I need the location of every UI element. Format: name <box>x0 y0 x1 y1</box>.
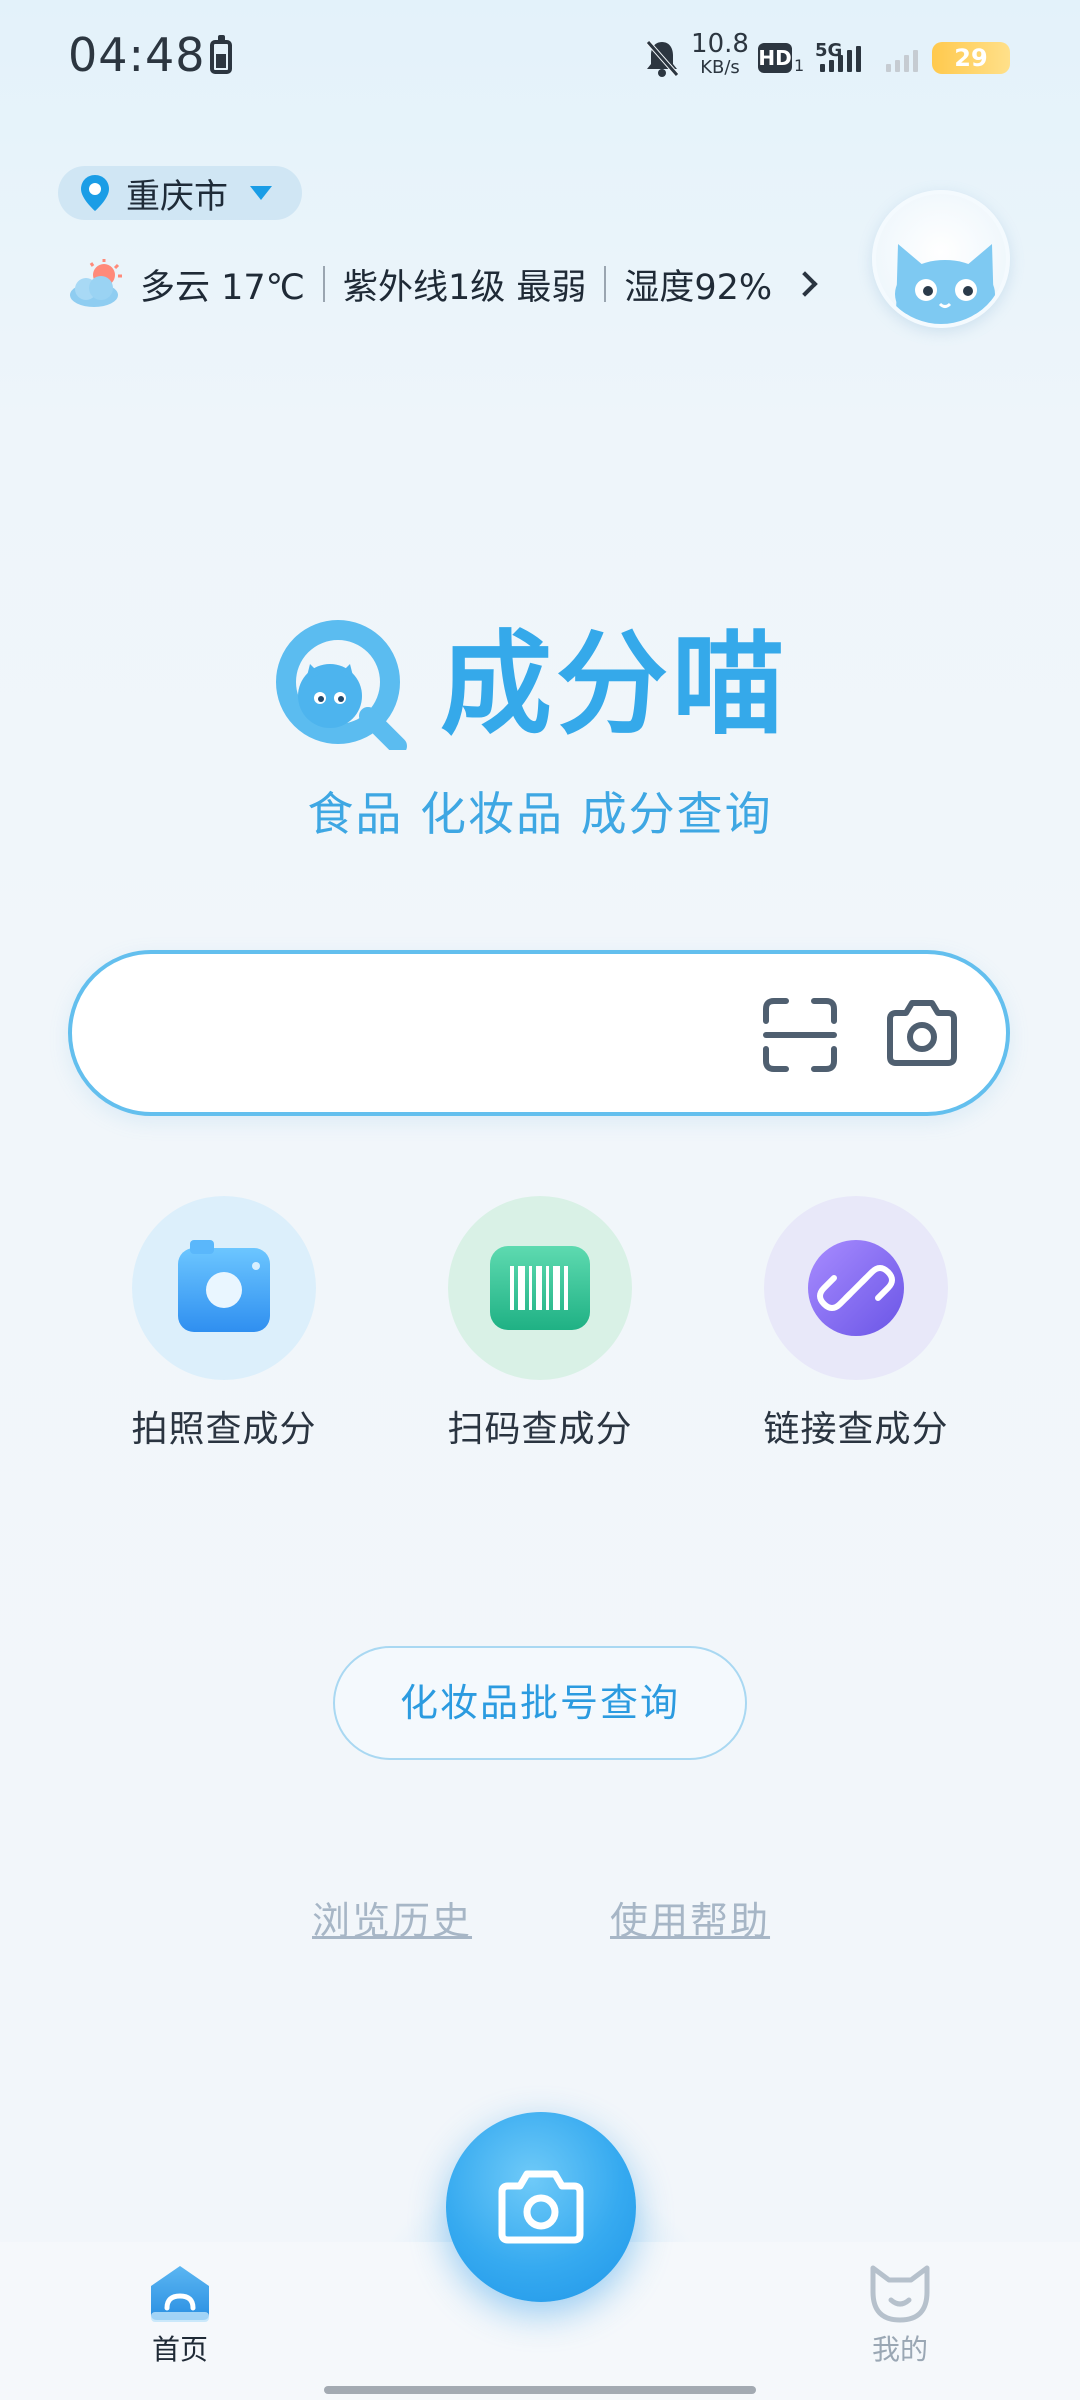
browse-history-link[interactable]: 浏览历史 <box>312 1890 472 1945</box>
location-city: 重庆市 <box>126 176 228 217</box>
usage-help-link[interactable]: 使用帮助 <box>610 1890 770 1945</box>
status-bar: 04:48 10.8 KB/s HD 1 5G 29 <box>0 0 1080 115</box>
camera-icon[interactable] <box>884 997 960 1069</box>
barcode-icon <box>490 1246 590 1330</box>
net-speed-value: 10.8 <box>691 29 749 59</box>
photo-query-label: 拍照查成分 <box>131 1409 317 1450</box>
divider <box>322 266 325 302</box>
weather-uv: 紫外线1级 最弱 <box>342 267 587 308</box>
camera-fab-button[interactable] <box>446 2112 636 2302</box>
location-selector[interactable]: 重庆市 <box>58 166 302 220</box>
location-pin-icon <box>81 175 109 211</box>
net-speed: 10.8 KB/s <box>690 30 750 78</box>
link-query-label: 链接查成分 <box>763 1409 949 1450</box>
weather-row[interactable]: 多云 17℃ 紫外线1级 最弱 湿度92% <box>68 256 818 312</box>
avatar[interactable] <box>872 190 1010 328</box>
scan-icon[interactable] <box>762 997 838 1073</box>
link-icon <box>808 1240 904 1336</box>
bell-muted-icon <box>646 40 679 77</box>
app-name: 成分喵 <box>440 620 788 750</box>
search-input[interactable] <box>122 994 742 1074</box>
nav-home[interactable]: 首页 <box>130 2262 230 2368</box>
weather-humidity: 湿度92% <box>624 267 773 308</box>
app-logo-icon <box>276 620 407 750</box>
barcode-query-button[interactable]: 扫码查成分 <box>420 1196 660 1452</box>
net-speed-unit: KB/s <box>700 57 740 78</box>
cat-profile-icon <box>870 2265 930 2323</box>
home-indicator <box>324 2386 756 2394</box>
camera-icon <box>178 1240 270 1332</box>
hd-sub: 1 <box>794 56 805 75</box>
signal-icon <box>820 46 861 72</box>
signal-secondary-icon <box>886 46 918 72</box>
link-query-icon-wrap <box>764 1196 948 1380</box>
weather-condition: 多云 17℃ <box>140 267 305 308</box>
barcode-query-icon-wrap <box>448 1196 632 1380</box>
camera-icon <box>498 2170 584 2244</box>
caret-down-icon <box>250 186 272 200</box>
photo-query-icon-wrap <box>132 1196 316 1380</box>
home-icon <box>151 2266 209 2322</box>
nav-mine-label: 我的 <box>871 2333 928 2366</box>
barcode-query-label: 扫码查成分 <box>447 1409 633 1450</box>
app-tagline: 食品 化妆品 成分查询 <box>307 787 773 841</box>
nav-home-label: 首页 <box>151 2333 208 2366</box>
link-query-button[interactable]: 链接查成分 <box>736 1196 976 1452</box>
status-time: 04:48 <box>68 28 206 82</box>
battery-saver-icon <box>210 35 232 74</box>
cat-avatar-icon <box>895 244 995 324</box>
nav-mine[interactable]: 我的 <box>850 2262 950 2368</box>
cosmetic-batch-query-button[interactable]: 化妆品批号查询 <box>333 1646 747 1760</box>
battery-level: 29 <box>932 42 1010 74</box>
hd-badge: HD <box>758 43 792 73</box>
cloudy-sun-icon <box>70 259 122 307</box>
photo-query-button[interactable]: 拍照查成分 <box>104 1196 344 1452</box>
search-bar[interactable] <box>68 950 1010 1116</box>
divider <box>604 266 607 302</box>
chevron-right-icon <box>792 271 818 297</box>
